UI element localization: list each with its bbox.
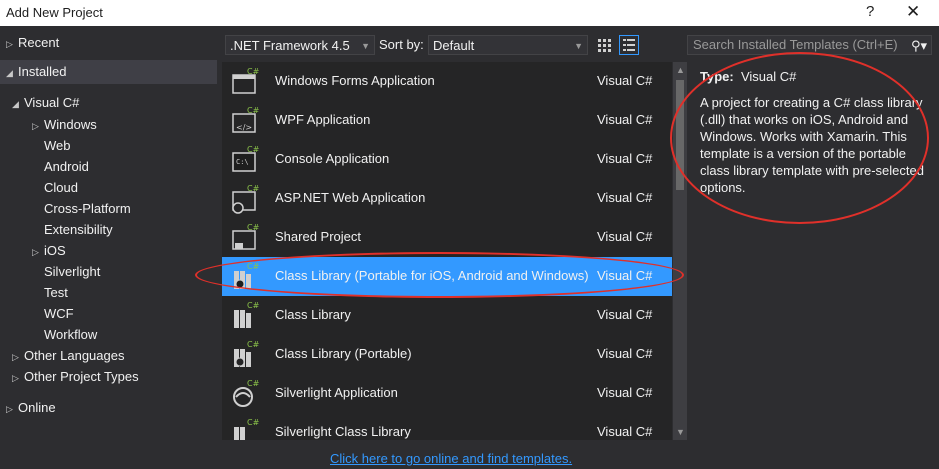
template-row-wpf[interactable]: </> C# WPF Application Visual C# <box>222 101 672 140</box>
template-list-scrollbar[interactable]: ▲ ▼ <box>673 62 687 440</box>
template-list: C# Windows Forms Application Visual C# <… <box>222 62 672 440</box>
chevron-right-icon: ▷ <box>32 247 39 257</box>
template-details-pane: Type: Visual C# A project for creating a… <box>689 62 934 362</box>
close-button[interactable]: ✕ <box>906 2 920 22</box>
tree-item-test[interactable]: Test <box>44 282 68 303</box>
tree-item-wcf[interactable]: WCF <box>44 303 74 324</box>
tree-item-web[interactable]: Web <box>44 135 71 156</box>
chevron-down-icon: ▼ <box>361 41 370 51</box>
online-templates-link[interactable]: Click here to go online and find templat… <box>330 451 572 466</box>
tree-item-other-languages[interactable]: ▷ Other Languages <box>12 345 124 366</box>
small-icons-view-button[interactable] <box>594 35 614 55</box>
svg-text:C#: C# <box>247 301 260 310</box>
svg-text:</>: </> <box>236 123 252 132</box>
svg-text:C#: C# <box>247 106 260 115</box>
template-row-silverlight-application[interactable]: C# Silverlight Application Visual C# <box>222 374 672 413</box>
tree-item-ios[interactable]: ▷ iOS <box>32 240 66 261</box>
sort-dropdown[interactable]: Default ▼ <box>428 35 588 55</box>
tree-item-android[interactable]: Android <box>44 156 89 177</box>
template-description: A project for creating a C# class librar… <box>700 95 924 195</box>
tree-item-silverlight[interactable]: Silverlight <box>44 261 100 282</box>
sort-label: Sort by: <box>379 37 424 52</box>
svg-text:C#: C# <box>247 223 260 232</box>
silverlight-template-icon: C# <box>233 379 260 407</box>
template-row-class-library[interactable]: C# Class Library Visual C# <box>222 296 672 335</box>
windows-forms-template-icon: C# <box>232 67 260 94</box>
list-view-button[interactable] <box>619 35 639 55</box>
project-type-tree: ▷ Recent ◢ Installed ◢ Visual C# ▷ Windows W… <box>0 26 217 426</box>
svg-text:C#: C# <box>247 184 260 193</box>
svg-text:C#: C# <box>247 340 260 349</box>
scroll-down-icon[interactable]: ▼ <box>676 427 685 437</box>
tree-item-extensibility[interactable]: Extensibility <box>44 219 113 240</box>
chevron-right-icon: ▷ <box>6 39 13 49</box>
tree-item-online[interactable]: ▷ Online <box>6 397 56 418</box>
chevron-right-icon: ▷ <box>6 404 13 414</box>
search-templates-input[interactable]: Search Installed Templates (Ctrl+E) ⚲▾ <box>687 35 932 55</box>
tree-item-workflow[interactable]: Workflow <box>44 324 97 345</box>
tree-item-cloud[interactable]: Cloud <box>44 177 78 198</box>
scroll-up-icon[interactable]: ▲ <box>676 65 685 75</box>
console-template-icon: C:\ C# <box>232 145 260 172</box>
tree-item-other-project-types[interactable]: ▷ Other Project Types <box>12 366 139 387</box>
chevron-down-icon: ◢ <box>12 99 19 109</box>
list-icon <box>623 39 635 51</box>
silverlight-class-library-template-icon: C# <box>234 418 260 440</box>
template-row-windows-forms[interactable]: C# Windows Forms Application Visual C# <box>222 62 672 101</box>
wpf-template-icon: </> C# <box>232 106 260 133</box>
tree-item-cross-platform[interactable]: Cross-Platform <box>44 198 131 219</box>
svg-text:C#: C# <box>247 145 260 154</box>
tree-item-installed[interactable]: ◢ Installed <box>6 61 66 82</box>
class-library-template-icon: C# <box>234 262 260 289</box>
svg-text:C#: C# <box>247 67 260 76</box>
class-library-template-icon: C# <box>234 301 260 328</box>
template-row-silverlight-class-library[interactable]: C# Silverlight Class Library Visual C# <box>222 413 672 440</box>
title-bar: Add New Project ? ✕ <box>0 0 939 26</box>
chevron-down-icon: ◢ <box>6 68 13 78</box>
template-row-class-library-portable-ios-android-windows[interactable]: C# Class Library (Portable for iOS, Andr… <box>222 257 672 296</box>
shared-project-template-icon: C# <box>232 223 260 250</box>
svg-text:C:\: C:\ <box>236 158 249 166</box>
tree-item-recent[interactable]: ▷ Recent <box>6 32 59 53</box>
tree-item-windows[interactable]: ▷ Windows <box>32 114 97 135</box>
svg-text:C#: C# <box>247 262 260 271</box>
chevron-right-icon: ▷ <box>12 373 19 383</box>
chevron-right-icon: ▷ <box>32 121 39 131</box>
template-type: Type: Visual C# <box>700 69 797 84</box>
scrollbar-thumb[interactable] <box>676 80 684 190</box>
template-row-console[interactable]: C:\ C# Console Application Visual C# <box>222 140 672 179</box>
framework-dropdown[interactable]: .NET Framework 4.5 ▼ <box>225 35 375 55</box>
svg-text:C#: C# <box>247 418 260 427</box>
chevron-down-icon: ▼ <box>574 41 583 51</box>
template-row-aspnet[interactable]: C# ASP.NET Web Application Visual C# <box>222 179 672 218</box>
class-library-template-icon: C# <box>234 340 260 367</box>
window-title: Add New Project <box>6 5 103 20</box>
template-row-class-library-portable[interactable]: C# Class Library (Portable) Visual C# <box>222 335 672 374</box>
svg-text:C#: C# <box>247 379 260 388</box>
grid-icon <box>598 39 611 52</box>
globe-template-icon: C# <box>232 184 260 214</box>
tree-item-visual-csharp[interactable]: ◢ Visual C# <box>12 92 79 113</box>
search-icon[interactable]: ⚲▾ <box>911 37 927 55</box>
help-button[interactable]: ? <box>866 3 874 20</box>
chevron-right-icon: ▷ <box>12 352 19 362</box>
template-row-shared-project[interactable]: C# Shared Project Visual C# <box>222 218 672 257</box>
